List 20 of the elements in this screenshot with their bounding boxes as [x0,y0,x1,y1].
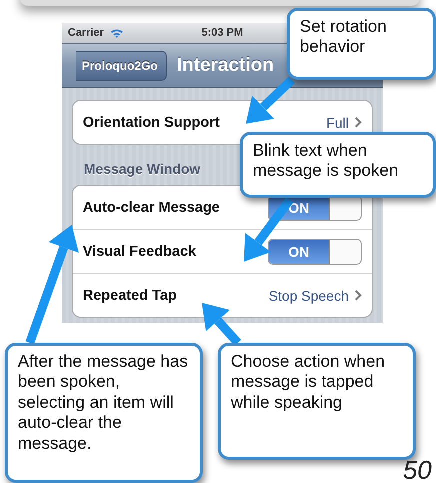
arrow [246,76,296,124]
arrow [202,303,242,346]
callout-box: Blink text when message is spoken [240,132,436,198]
setting-label: Auto-clear Message [83,200,221,216]
wifi-icon [110,28,124,38]
callout-box: After the message has been spoken, selecting an item will auto-clear the message. [5,343,203,483]
chevron-icon [355,290,362,301]
toggle-switch[interactable]: ON [268,238,362,264]
setting-label: Repeated Tap [83,288,178,304]
status-time: 5:03 PM [202,27,244,39]
section-header: Message Window [84,161,201,177]
setting-value[interactable]: Stop Speech [268,288,349,304]
carrier-label: Carrier [68,27,104,39]
callout-box: Set rotation behavior [287,8,436,80]
callout-box: Choose action when message is tapped while speaking [218,343,416,460]
setting-label: Visual Feedback [83,244,198,260]
setting-value[interactable]: Full [326,114,349,130]
chevron-icon [355,117,362,128]
setting-label: Orientation Support [83,114,221,130]
screen-title: Interaction [177,54,274,76]
